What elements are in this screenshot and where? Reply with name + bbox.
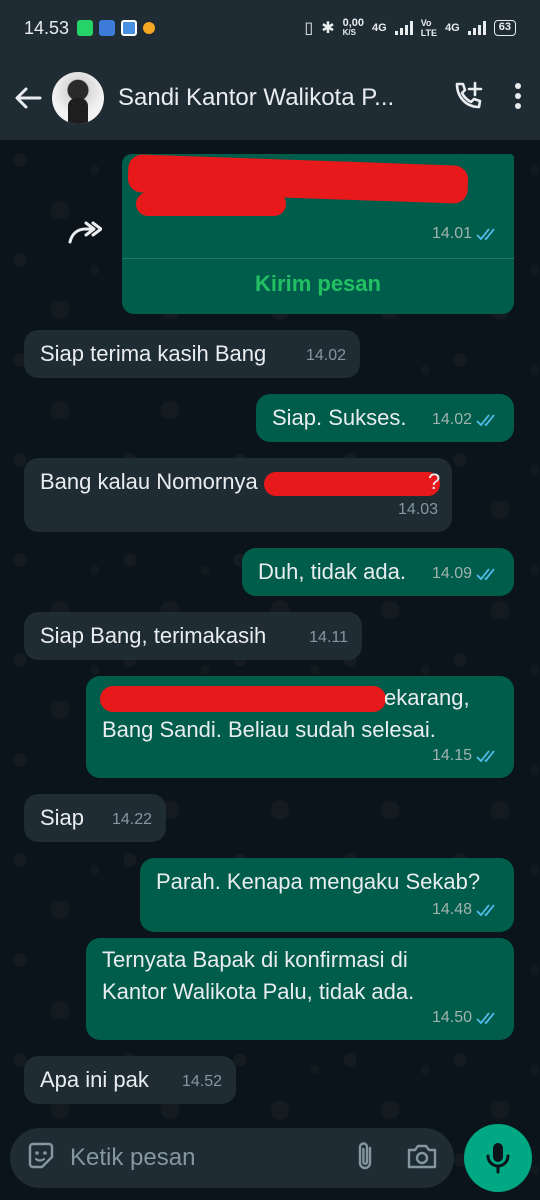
gallery-icon bbox=[121, 20, 138, 36]
message-bubble-outgoing[interactable]: Siap. Sukses. 14.02 bbox=[256, 394, 514, 442]
net-type-1: 4G bbox=[372, 22, 387, 34]
battery-indicator: 63 bbox=[493, 20, 516, 36]
message-time-text: 14.15 bbox=[431, 747, 472, 764]
net-type-3: 4G bbox=[445, 22, 460, 34]
message-text: Siap Bang, terimakasih bbox=[40, 623, 267, 648]
message-time: 14.48 bbox=[432, 894, 500, 926]
message-time-text: 14.03 bbox=[397, 501, 438, 518]
message-time-text: 14.52 bbox=[181, 1073, 222, 1090]
net-speed-unit: K/S bbox=[342, 28, 356, 37]
read-ticks-icon bbox=[476, 228, 495, 241]
forward-icon[interactable] bbox=[66, 218, 103, 251]
message-input-bar: Ketik pesan bbox=[10, 1128, 454, 1188]
notification-icons bbox=[77, 20, 156, 36]
message-bubble-incoming[interactable]: Bang kalau Nomornya ? 14.03 bbox=[24, 458, 452, 532]
message-time: 14.02 bbox=[306, 340, 346, 372]
message-bubble-outgoing[interactable]: Ternyata Bapak di konfirmasi di Kantor W… bbox=[86, 938, 514, 1040]
whatsapp-business-icon bbox=[77, 20, 94, 36]
contact-avatar[interactable] bbox=[52, 72, 104, 124]
redaction-mark bbox=[264, 472, 440, 496]
signal-2-icon bbox=[467, 21, 486, 35]
message-text: Duh, tidak ada. bbox=[258, 559, 406, 584]
message-text: Siap terima kasih Bang bbox=[40, 341, 267, 366]
back-arrow-icon[interactable] bbox=[12, 82, 44, 114]
message-text: Bang kalau Nomornya bbox=[40, 469, 258, 494]
more-vert-icon[interactable] bbox=[514, 82, 522, 115]
message-text: Apa ini pak bbox=[40, 1067, 149, 1092]
redaction-mark bbox=[100, 686, 386, 712]
message-time-text: 14.09 bbox=[431, 565, 472, 582]
message-text-line1: ekarang, bbox=[384, 685, 470, 710]
message-time: 14.11 bbox=[309, 622, 348, 654]
message-time: 14.52 bbox=[182, 1066, 222, 1098]
status-time: 14.53 bbox=[24, 17, 70, 38]
attach-icon[interactable] bbox=[354, 1140, 376, 1177]
message-bubble-outgoing[interactable]: Duh, tidak ada. 14.09 bbox=[242, 548, 514, 596]
message-time-text: 14.01 bbox=[431, 225, 472, 242]
message-time: 14.09 bbox=[432, 558, 500, 590]
signal-1-icon bbox=[394, 21, 413, 35]
status-bar: 14.53 ▯ ✱ 0,00 K/S 4G Vo LTE 4G 63 bbox=[0, 0, 540, 56]
mic-button[interactable] bbox=[464, 1124, 532, 1192]
camera-icon[interactable] bbox=[406, 1142, 438, 1175]
volte-label: Vo LTE bbox=[420, 18, 438, 38]
redaction-mark bbox=[136, 192, 286, 216]
bluetooth-icon: ✱ bbox=[321, 20, 335, 37]
app-notification-icon bbox=[143, 22, 156, 34]
message-time-text: 14.50 bbox=[431, 1009, 472, 1026]
message-bubble-incoming[interactable]: Siap 14.22 bbox=[24, 794, 166, 842]
message-text-line2: Kantor Walikota Palu, tidak ada. bbox=[102, 979, 415, 1004]
message-time: 14.50 bbox=[432, 1002, 500, 1034]
card-divider bbox=[122, 258, 514, 259]
message-text-line1: Ternyata Bapak di konfirmasi di bbox=[102, 947, 408, 972]
message-bubble-outgoing[interactable]: 14.01 Kirim pesan bbox=[122, 154, 514, 314]
message-time: 14.22 bbox=[112, 804, 152, 836]
send-message-button[interactable]: Kirim pesan bbox=[122, 268, 514, 300]
messages-icon bbox=[99, 20, 116, 36]
message-text: Siap bbox=[40, 805, 85, 830]
message-bubble-incoming[interactable]: Siap Bang, terimakasih 14.11 bbox=[24, 612, 362, 660]
message-time-text: 14.02 bbox=[305, 347, 346, 364]
add-call-icon[interactable] bbox=[452, 80, 484, 117]
message-time: 14.15 bbox=[432, 740, 500, 772]
message-bubble-incoming[interactable]: Siap terima kasih Bang 14.02 bbox=[24, 330, 360, 378]
status-indicators: ▯ ✱ 0,00 K/S 4G Vo LTE 4G 63 bbox=[304, 18, 516, 38]
message-bubble-outgoing[interactable]: Parah. Kenapa mengaku Sekab? 14.48 bbox=[140, 858, 514, 932]
message-time-text: 14.11 bbox=[309, 629, 348, 646]
message-time-text: 14.22 bbox=[111, 811, 152, 828]
net-speed: 0,00 K/S bbox=[343, 18, 364, 38]
message-time-text: 14.48 bbox=[431, 901, 472, 918]
chat-header: Sandi Kantor Walikota P... bbox=[0, 56, 540, 140]
read-ticks-icon bbox=[476, 750, 495, 763]
message-time: 14.03 bbox=[398, 494, 438, 526]
read-ticks-icon bbox=[476, 1012, 495, 1025]
read-ticks-icon bbox=[476, 414, 495, 427]
vibrate-icon: ▯ bbox=[304, 20, 314, 37]
message-input[interactable]: Ketik pesan bbox=[70, 1144, 354, 1172]
message-time-text: 14.02 bbox=[431, 411, 472, 428]
net-speed-value: 0,00 bbox=[342, 17, 365, 29]
message-bubble-outgoing[interactable]: ekarang, Bang Sandi. Beliau sudah selesa… bbox=[86, 676, 514, 778]
read-ticks-icon bbox=[476, 568, 495, 581]
read-ticks-icon bbox=[476, 904, 495, 917]
mic-icon bbox=[486, 1143, 510, 1174]
contact-name[interactable]: Sandi Kantor Walikota P... bbox=[118, 84, 410, 112]
message-text: Siap. Sukses. bbox=[272, 405, 407, 430]
message-time: 14.01 bbox=[432, 218, 500, 250]
message-time: 14.02 bbox=[432, 404, 500, 436]
emoji-icon[interactable] bbox=[26, 1141, 56, 1176]
message-bubble-incoming[interactable]: Apa ini pak 14.52 bbox=[24, 1056, 236, 1104]
message-text-line2: Bang Sandi. Beliau sudah selesai. bbox=[102, 717, 436, 742]
